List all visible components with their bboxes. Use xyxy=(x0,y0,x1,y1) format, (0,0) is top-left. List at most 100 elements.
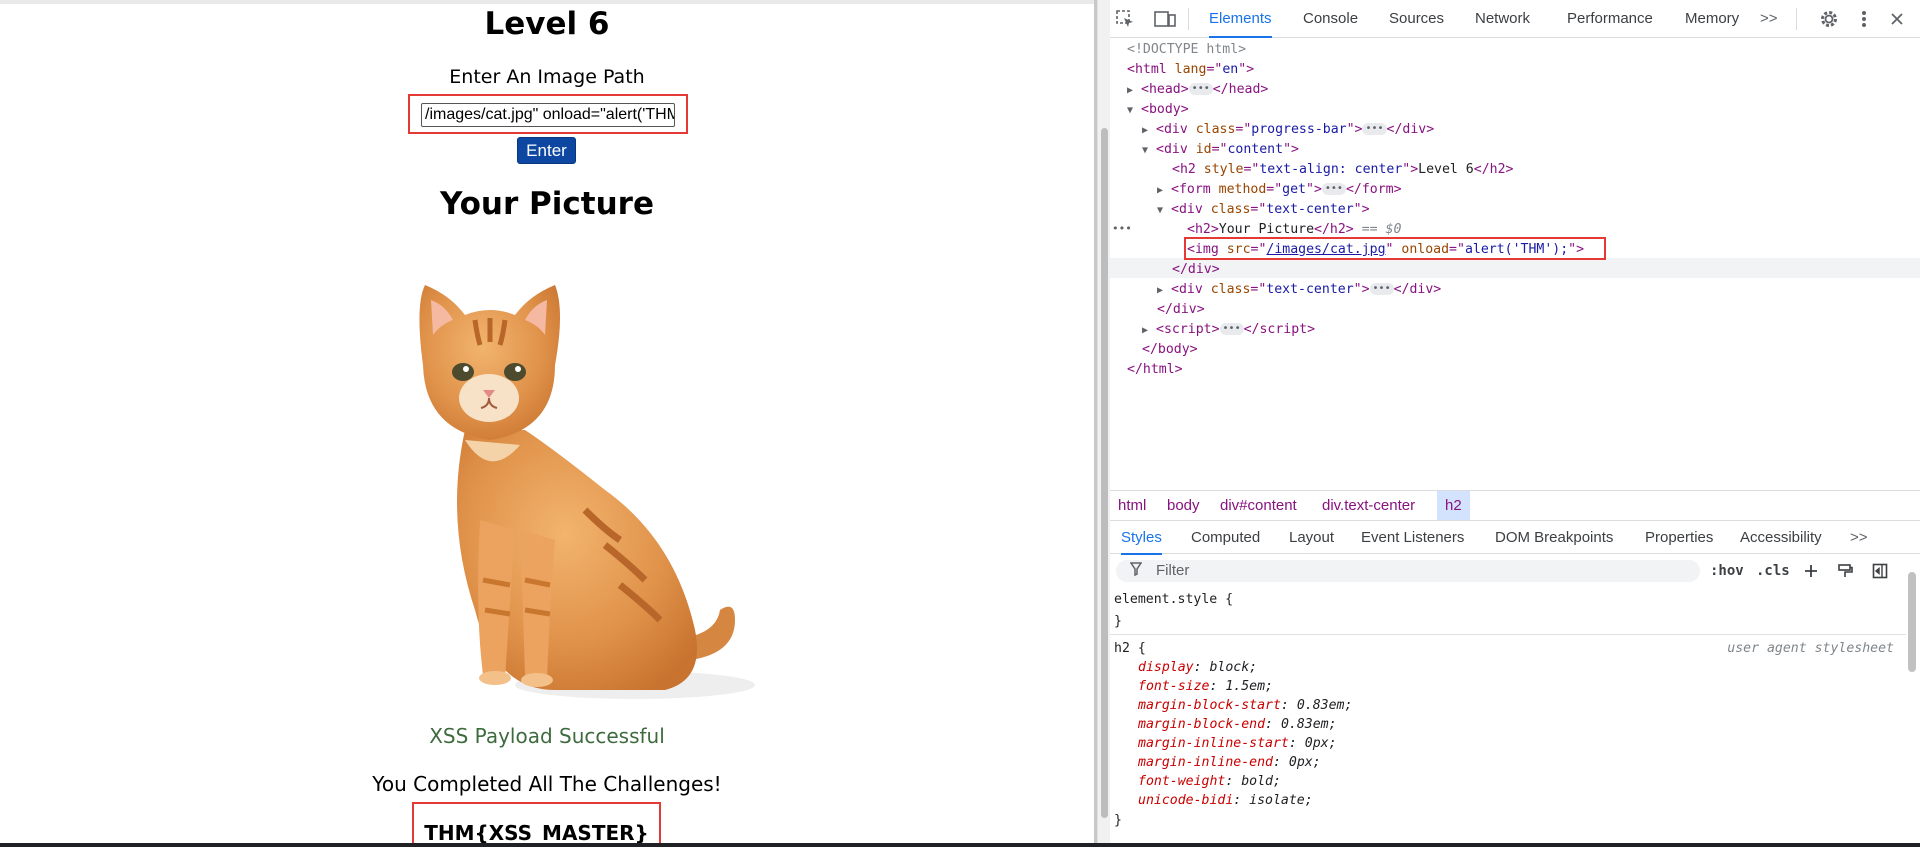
more-tabs-icon[interactable]: >> xyxy=(1760,0,1778,38)
element-style-close: } xyxy=(1114,614,1122,629)
page-top-border xyxy=(0,0,1097,4)
selected-node-row[interactable] xyxy=(1110,258,1920,278)
dom-head[interactable]: ▶ <head> ••• </head> xyxy=(1127,80,1268,100)
tab-performance[interactable]: Performance xyxy=(1567,0,1653,38)
dom-tree: <!DOCTYPE html> <html lang="en"> ▶ <head>… xyxy=(1110,40,1920,488)
expand-icon[interactable]: ▶ xyxy=(1157,181,1171,201)
lang-attr: lang xyxy=(1174,62,1207,77)
css-prop-row[interactable]: display: block; xyxy=(1138,658,1257,677)
cat-image xyxy=(419,285,755,699)
dom-body-close[interactable]: </body> xyxy=(1142,340,1198,360)
dom-script[interactable]: ▶ <script> ••• </script> xyxy=(1142,320,1315,340)
styles-scrollbar-thumb[interactable] xyxy=(1908,572,1916,672)
ellipsis-icon[interactable]: ••• xyxy=(1188,83,1213,95)
tc-attr: class xyxy=(1210,202,1251,217)
more-options-icon[interactable] xyxy=(1851,6,1877,32)
input-highlight-box: /images/cat.jpg" onload="alert('THM'); xyxy=(408,94,688,134)
element-style-selector[interactable]: element.style { xyxy=(1114,590,1233,609)
tab-styles[interactable]: Styles xyxy=(1121,521,1162,555)
dom-progress-div[interactable]: ▶ <div class="progress-bar"> ••• </div> xyxy=(1142,120,1434,140)
ellipsis-icon[interactable]: ••• xyxy=(1321,183,1346,195)
h2-picture-text: Your Picture xyxy=(1218,222,1315,237)
tab-accessibility[interactable]: Accessibility xyxy=(1740,521,1822,555)
h2-rule-selector[interactable]: h2 { xyxy=(1114,639,1146,658)
content-val: content xyxy=(1227,142,1284,157)
css-prop-value: 1.5em; xyxy=(1225,679,1273,694)
expand-icon[interactable]: ▶ xyxy=(1157,281,1171,301)
tab-computed[interactable]: Computed xyxy=(1191,521,1260,555)
collapse-icon[interactable]: ▼ xyxy=(1157,201,1171,221)
ellipsis-icon[interactable]: ••• xyxy=(1362,123,1387,135)
crumb-html[interactable]: html xyxy=(1118,491,1146,521)
page-scrollbar[interactable] xyxy=(1097,0,1110,847)
dom-h2-level[interactable]: <h2 style="text-align: center">Level 6</… xyxy=(1172,160,1513,180)
tab-sources[interactable]: Sources xyxy=(1389,0,1444,38)
tab-event-listeners[interactable]: Event Listeners xyxy=(1361,521,1464,555)
crumb-div-content[interactable]: div#content xyxy=(1220,491,1297,521)
css-prop-row[interactable]: margin-inline-end: 0px; xyxy=(1138,753,1321,772)
dom-doctype[interactable]: <!DOCTYPE html> xyxy=(1127,40,1246,60)
h2-style-val: text-align: center xyxy=(1259,162,1403,177)
dom-body[interactable]: ▼ <body> xyxy=(1127,100,1189,120)
expand-icon[interactable]: ▶ xyxy=(1127,81,1141,101)
new-rule-plus-icon[interactable] xyxy=(1798,558,1824,584)
tab-properties[interactable]: Properties xyxy=(1645,521,1713,555)
enter-button[interactable]: Enter xyxy=(517,137,576,164)
ellipsis-icon[interactable]: ••• xyxy=(1219,323,1244,335)
crumb-h2[interactable]: h2 xyxy=(1437,491,1470,521)
dom-content-div[interactable]: ▼ <div id="content"> xyxy=(1142,140,1299,160)
page-scrollbar-thumb[interactable] xyxy=(1101,128,1108,818)
tab-elements[interactable]: Elements xyxy=(1209,0,1272,38)
crumb-body[interactable]: body xyxy=(1167,491,1200,521)
progress-attr: class xyxy=(1195,122,1236,137)
dom-text-center-div-2[interactable]: ▶ <div class="text-center"> ••• </div> xyxy=(1157,280,1441,300)
tc-val: text-center xyxy=(1266,202,1354,217)
settings-gear-icon[interactable] xyxy=(1816,6,1842,32)
tab-dom-breakpoints[interactable]: DOM Breakpoints xyxy=(1495,521,1613,555)
flag-text: THM{XSS_MASTER} xyxy=(424,821,649,845)
class-toggle[interactable]: .cls xyxy=(1756,560,1790,582)
css-prop-value: 0px; xyxy=(1288,755,1321,770)
tab-layout[interactable]: Layout xyxy=(1289,521,1334,555)
css-prop-row[interactable]: margin-block-start: 0.83em; xyxy=(1138,696,1352,715)
tc2-val: text-center xyxy=(1266,282,1354,297)
filter-input[interactable]: Filter xyxy=(1156,560,1189,582)
device-toolbar-icon[interactable] xyxy=(1152,6,1178,32)
dom-div-close-2[interactable]: </div> xyxy=(1157,300,1205,320)
form-attr: method xyxy=(1218,182,1267,197)
tab-console[interactable]: Console xyxy=(1303,0,1358,38)
hover-state-toggle[interactable]: :hov xyxy=(1710,560,1744,582)
collapse-icon[interactable]: ▼ xyxy=(1127,101,1141,121)
css-prop-row[interactable]: unicode-bidi: isolate; xyxy=(1138,791,1313,810)
devtools-panel: Elements Console Sources Network Perform… xyxy=(1110,0,1920,847)
dom-html-close[interactable]: </html> xyxy=(1127,360,1183,380)
styles-filter[interactable]: Filter xyxy=(1116,560,1700,582)
collapse-icon[interactable]: ▼ xyxy=(1142,141,1156,161)
close-devtools-icon[interactable] xyxy=(1884,6,1910,32)
dom-html[interactable]: <html lang="en"> xyxy=(1127,60,1254,80)
dom-form[interactable]: ▶ <form method="get"> ••• </form> xyxy=(1157,180,1402,200)
more-style-tabs-icon[interactable]: >> xyxy=(1850,521,1868,555)
inspect-element-icon[interactable] xyxy=(1112,6,1138,32)
expand-icon[interactable]: ▶ xyxy=(1142,321,1156,341)
css-prop-name: font-size xyxy=(1138,679,1210,694)
tab-network[interactable]: Network xyxy=(1475,0,1530,38)
expand-icon[interactable]: ▶ xyxy=(1142,121,1156,141)
row-menu-icon[interactable]: ••• xyxy=(1112,219,1132,239)
image-path-input[interactable]: /images/cat.jpg" onload="alert('THM'); xyxy=(421,103,675,127)
img-node-highlight-box xyxy=(1184,237,1606,260)
tab-memory[interactable]: Memory xyxy=(1685,0,1739,38)
toggle-sidebar-icon[interactable] xyxy=(1867,558,1893,584)
css-prop-row[interactable]: margin-inline-start: 0px; xyxy=(1138,734,1337,753)
ellipsis-icon[interactable]: ••• xyxy=(1369,283,1394,295)
crumb-div-text-center[interactable]: div.text-center xyxy=(1322,491,1415,521)
css-prop-row[interactable]: margin-block-end: 0.83em; xyxy=(1138,715,1337,734)
dom-text-center-div[interactable]: ▼ <div class="text-center"> xyxy=(1157,200,1370,220)
dom-div-close[interactable]: </div> xyxy=(1172,260,1220,280)
css-prop-row[interactable]: font-size: 1.5em; xyxy=(1138,677,1273,696)
styles-scrollbar[interactable] xyxy=(1906,560,1918,847)
css-prop-row[interactable]: font-weight: bold; xyxy=(1138,772,1281,791)
css-prop-value: bold; xyxy=(1241,774,1281,789)
filter-funnel-icon xyxy=(1129,562,1143,579)
paint-roller-icon[interactable] xyxy=(1832,558,1858,584)
